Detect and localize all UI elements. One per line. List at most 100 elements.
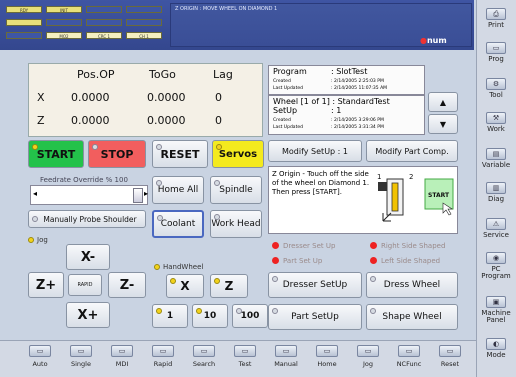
part-setup-indicator: Part Set Up	[272, 254, 362, 267]
toolbar-item-reset[interactable]: ▭ Reset	[434, 345, 466, 368]
manually-probe-shoulder-button[interactable]: Manually Probe Shoulder	[28, 210, 146, 228]
toolbar-item-label: Auto	[32, 360, 48, 368]
coolant-button[interactable]: Coolant	[152, 210, 204, 238]
col-pos-op: Pos.OP	[77, 68, 115, 81]
rapid-icon: ▭	[152, 345, 174, 357]
indicator-light	[216, 144, 222, 150]
x-togo: 0.0000	[147, 91, 186, 104]
col-lag: Lag	[213, 68, 233, 81]
test-icon: ▭	[234, 345, 256, 357]
sidebar-item-label: Work	[487, 125, 505, 133]
toolbar-item-home[interactable]: ▭ Home	[311, 345, 343, 368]
indicator-light	[156, 308, 162, 314]
right-side-shaped-indicator: Right Side Shaped	[370, 239, 466, 252]
indicator-light	[92, 144, 98, 150]
indicator-light	[370, 308, 376, 314]
servos-button[interactable]: Servos	[212, 140, 264, 168]
dresser-setup-button[interactable]: Dresser SetUp	[268, 272, 362, 298]
sidebar-item-work[interactable]: ⚒ Work	[478, 112, 514, 133]
sidebar-item-label: Print	[487, 21, 505, 29]
sidebar-item-prog[interactable]: ▭ Prog	[478, 42, 514, 63]
sidebar-item-print[interactable]: ⎙ Print	[478, 8, 514, 29]
red-status-light	[370, 257, 377, 264]
left-side-shaped-indicator: Left Side Shaped	[370, 254, 466, 267]
start-button[interactable]: START	[28, 140, 84, 168]
dress-wheel-button[interactable]: Dress Wheel	[366, 272, 458, 298]
instruction-panel: Z Origin - Touch off the side of the whe…	[268, 166, 458, 234]
indicator-light	[32, 216, 38, 222]
indicator-light	[156, 144, 162, 150]
spindle-button[interactable]: Spindle	[210, 176, 262, 204]
toolbar-item-label: Manual	[274, 360, 298, 368]
scroll-down-button[interactable]: ▼	[428, 114, 458, 134]
reset-icon: ▭	[439, 345, 461, 357]
slider-right-arrow[interactable]: ▸	[144, 189, 148, 198]
shape-wheel-button[interactable]: Shape Wheel	[366, 304, 458, 330]
sidebar-item-label: Tool	[489, 91, 503, 99]
toolbar-item-search[interactable]: ▭ Search	[188, 345, 220, 368]
status-light	[86, 19, 122, 26]
indicator-light	[236, 308, 242, 314]
sidebar-item-pc-program[interactable]: ◉ PC Program	[478, 252, 514, 280]
sidebar-item-diag[interactable]: ▥ Diag	[478, 182, 514, 203]
pc-program-icon: ◉	[486, 252, 506, 264]
scroll-up-button[interactable]: ▲	[428, 92, 458, 112]
toolbar-item-single[interactable]: ▭ Single	[65, 345, 97, 368]
handwheel-step-1-button[interactable]: 1	[152, 304, 188, 328]
sidebar-item-service[interactable]: ⚠ Service	[478, 218, 514, 239]
indicator-light	[170, 278, 176, 284]
indicator-light	[214, 214, 220, 220]
indicator-light	[32, 144, 38, 150]
home-all-button[interactable]: Home All	[152, 176, 204, 204]
diagram-label-2: 2	[409, 173, 413, 181]
handwheel-step-100-button[interactable]: 100	[232, 304, 268, 328]
home-icon: ▭	[316, 345, 338, 357]
sidebar-item-mode[interactable]: ◐ Mode	[478, 338, 514, 359]
reset-button[interactable]: RESET	[152, 140, 208, 168]
modify-part-comp-button[interactable]: Modify Part Comp.	[366, 140, 458, 162]
toolbar-item-manual[interactable]: ▭ Manual	[270, 345, 302, 368]
jog-z-minus-button[interactable]: Z-	[108, 272, 146, 298]
toolbar-item-test[interactable]: ▭ Test	[229, 345, 261, 368]
sidebar-item-tool[interactable]: ⚙ Tool	[478, 78, 514, 99]
toolbar-item-jog[interactable]: ▭ Jog	[352, 345, 384, 368]
toolbar-item-mdi[interactable]: ▭ MDI	[106, 345, 138, 368]
work-icon: ⚒	[486, 112, 506, 124]
part-setup-button[interactable]: Part SetUp	[268, 304, 362, 330]
slider-thumb[interactable]	[133, 188, 143, 203]
toolbar-item-rapid[interactable]: ▭ Rapid	[147, 345, 179, 368]
toolbar-item-label: Test	[238, 360, 252, 368]
jog-indicator	[28, 237, 34, 243]
prog-icon: ▭	[486, 42, 506, 54]
sidebar-item-machine-panel[interactable]: ▣ Machine Panel	[478, 296, 514, 324]
red-status-light	[370, 242, 377, 249]
handwheel-step-10-button[interactable]: 10	[192, 304, 228, 328]
toolbar-item-label: Single	[71, 360, 91, 368]
modify-setup-button[interactable]: Modify SetUp : 1	[268, 140, 362, 162]
handwheel-z-button[interactable]: Z	[210, 274, 248, 298]
toolbar-item-label: Reset	[440, 360, 460, 368]
print-icon: ⎙	[486, 8, 506, 20]
jog-z-plus-button[interactable]: Z+	[28, 272, 64, 298]
stop-button[interactable]: STOP	[88, 140, 146, 168]
toolbar-item-ncfunc[interactable]: ▭ NCFunc	[393, 345, 425, 368]
toolbar-item-label: MDI	[115, 360, 129, 368]
handwheel-x-button[interactable]: X	[166, 274, 204, 298]
dresser-setup-indicator: Dresser Set Up	[272, 239, 362, 252]
axis-z: Z	[37, 114, 45, 127]
slider-left-arrow[interactable]: ◂	[33, 189, 37, 198]
status-light: RDY	[6, 6, 42, 13]
toolbar-item-label: Home	[317, 360, 337, 368]
sidebar-item-variable[interactable]: ▤ Variable	[478, 148, 514, 169]
toolbar-item-auto[interactable]: ▭ Auto	[24, 345, 56, 368]
red-status-light	[272, 257, 279, 264]
jog-rapid-button[interactable]: RAPID	[68, 274, 102, 296]
jog-x-plus-button[interactable]: X+	[66, 302, 110, 328]
jog-x-minus-button[interactable]: X-	[66, 244, 110, 270]
sidebar-item-label: Prog	[488, 55, 504, 63]
work-head-button[interactable]: Work Head	[210, 210, 262, 238]
toolbar-item-label: Search	[192, 360, 216, 368]
single-icon: ▭	[70, 345, 92, 357]
feedrate-slider[interactable]: ◂ ▸	[30, 185, 148, 205]
wheel-info: Wheel [1 of 1] : StandardTest	[273, 97, 390, 106]
